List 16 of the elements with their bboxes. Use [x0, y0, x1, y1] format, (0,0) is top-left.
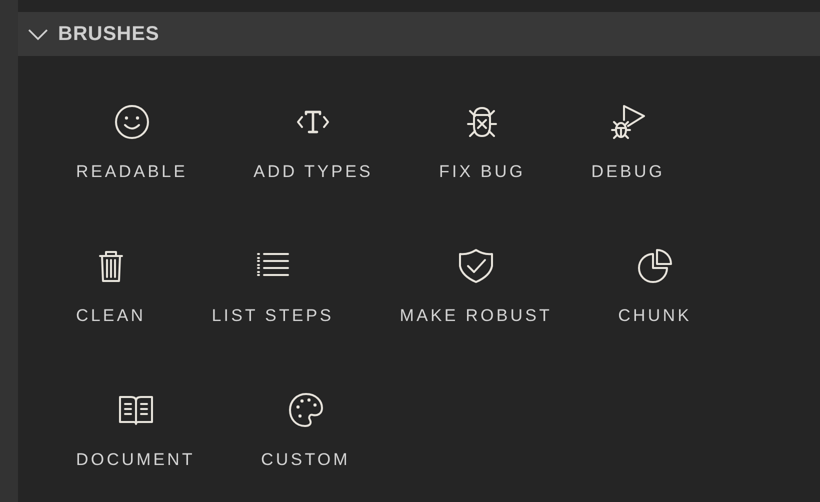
- brush-button[interactable]: READABLE: [76, 104, 188, 182]
- brush-button[interactable]: DEBUG: [591, 104, 665, 182]
- brush-button[interactable]: CLEAN: [76, 248, 146, 326]
- brush-button[interactable]: CHUNK: [618, 248, 692, 326]
- section-header[interactable]: BRUSHES: [18, 12, 820, 56]
- smiley-face-icon: [114, 104, 150, 140]
- brush-button[interactable]: ADD TYPES: [254, 104, 373, 182]
- bug-play-icon: [610, 104, 646, 140]
- brush-button[interactable]: CUSTOM: [261, 392, 350, 470]
- pie-chart-icon: [636, 248, 673, 284]
- shield-check-icon: [458, 248, 494, 284]
- brush-button[interactable]: MAKE ROBUST: [400, 248, 552, 326]
- brush-button[interactable]: LIST STEPS: [212, 248, 334, 326]
- palette-icon: [288, 392, 324, 428]
- brush-button[interactable]: DOCUMENT: [76, 392, 196, 470]
- brush-button[interactable]: FIX BUG: [438, 104, 526, 182]
